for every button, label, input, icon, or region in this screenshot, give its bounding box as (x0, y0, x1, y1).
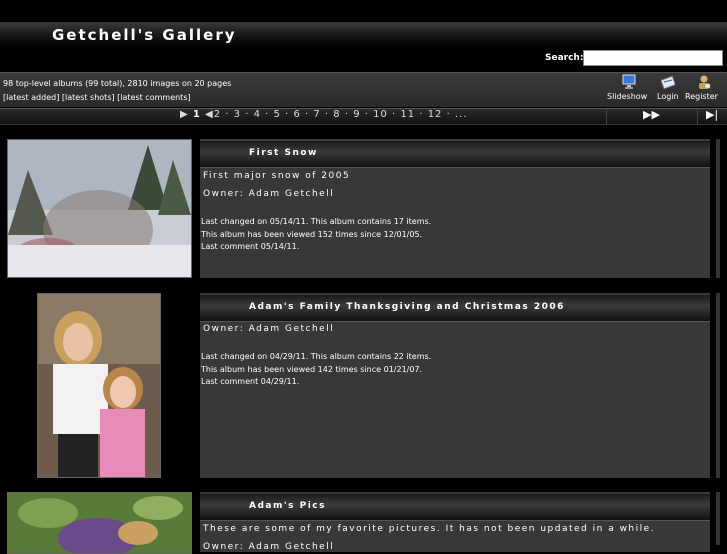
album-last-comment: Last comment 05/14/11. (201, 242, 300, 251)
page-link[interactable]: 10 (373, 109, 388, 120)
album-rail (716, 293, 720, 478)
album-rail (716, 139, 720, 278)
album-meta: Last changed on 04/29/11. This album con… (201, 351, 431, 389)
page-link[interactable]: 7 (313, 109, 320, 120)
album-rail (716, 492, 720, 545)
snow-photo (8, 140, 191, 277)
album-title[interactable]: Adam's Family Thanksgiving and Christmas… (249, 302, 565, 312)
page-link[interactable]: 8 (333, 109, 340, 120)
album-owner: Owner: Adam Getchell (203, 324, 335, 334)
next-page-icon[interactable]: ▶▶ (643, 108, 660, 121)
register-link[interactable]: Register (685, 92, 718, 101)
search-label: Search: (545, 53, 584, 63)
page-link[interactable]: 3 (234, 109, 241, 120)
album-thumbnail[interactable] (7, 139, 192, 278)
album-title[interactable]: First Snow (249, 148, 318, 158)
register-icon[interactable] (697, 74, 711, 90)
pagination: ▶ 1 ◀2 · 3 · 4 · 5 · 6 · 7 · 8 · 9 · 10 … (180, 109, 468, 120)
login-icon[interactable] (661, 74, 675, 90)
family-photo (38, 294, 160, 477)
latest-links: [latest added] [latest shots] [latest co… (3, 93, 191, 102)
page-link[interactable]: 9 (353, 109, 360, 120)
album-owner: Owner: Adam Getchell (203, 189, 335, 199)
butterfly-photo (8, 493, 191, 553)
latest-shots-link[interactable]: [latest shots] (62, 93, 115, 102)
page-link[interactable]: 6 (293, 109, 300, 120)
play-left-icon[interactable]: ◀ (205, 109, 214, 120)
album-owner: Owner: Adam Getchell (203, 542, 335, 552)
search-input[interactable] (583, 50, 723, 66)
login-link[interactable]: Login (657, 92, 679, 101)
album-description: These are some of my favorite pictures. … (203, 524, 656, 534)
album-last-comment: Last comment 04/29/11. (201, 377, 300, 386)
album-views: This album has been viewed 142 times sin… (201, 364, 423, 374)
album-views: This album has been viewed 152 times sin… (201, 229, 423, 239)
album-changed: Last changed on 05/14/11. This album con… (201, 217, 432, 226)
album-changed: Last changed on 04/29/11. This album con… (201, 352, 432, 361)
album-meta: Last changed on 05/14/11. This album con… (201, 216, 431, 254)
current-page: 1 (192, 109, 201, 120)
album-title[interactable]: Adam's Pics (249, 501, 326, 511)
last-page-icon[interactable]: ▶| (706, 108, 718, 121)
page-link[interactable]: 2 (214, 109, 221, 120)
page-link[interactable]: 11 (400, 109, 415, 120)
latest-added-link[interactable]: [latest added] (3, 93, 59, 102)
album-thumbnail[interactable] (37, 293, 161, 478)
more-pages[interactable]: ... (455, 109, 468, 120)
page-link[interactable]: 5 (274, 109, 281, 120)
play-right-icon[interactable]: ▶ (180, 109, 189, 120)
page-link[interactable]: 4 (254, 109, 261, 120)
album-description: First major snow of 2005 (203, 171, 351, 181)
monitor-icon[interactable] (622, 74, 636, 90)
slideshow-link[interactable]: Slideshow (607, 92, 647, 101)
gallery-stats: 98 top-level albums (99 total), 2810 ima… (3, 79, 232, 88)
site-title[interactable]: Getchell's Gallery (52, 26, 237, 44)
page-link[interactable]: 12 (428, 109, 443, 120)
latest-comments-link[interactable]: [latest comments] (117, 93, 190, 102)
